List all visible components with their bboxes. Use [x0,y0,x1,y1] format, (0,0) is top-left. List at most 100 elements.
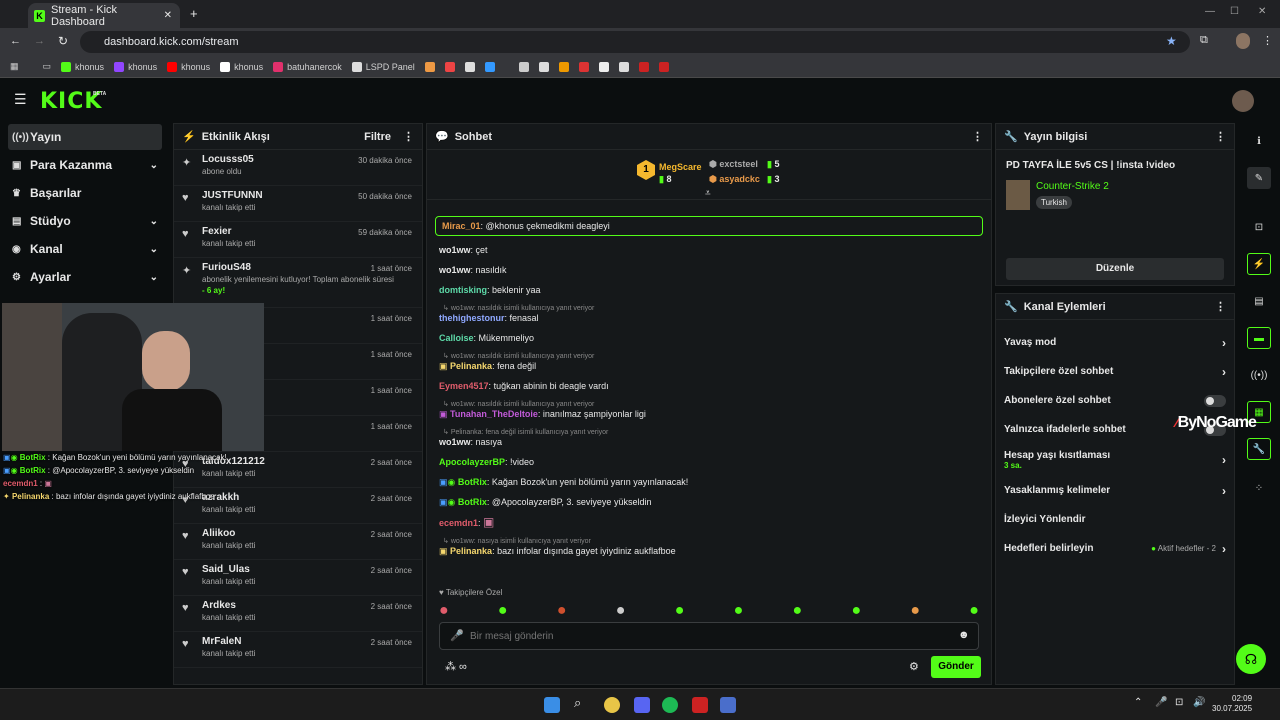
event-item[interactable]: ✦ FuriouS48 abonelik yenilemesini kutluyor… [174,258,422,308]
nav-item-ayarlar[interactable]: ⚙ Ayarlar ⌄ [8,264,162,290]
close-window-icon[interactable]: ✕ [1258,6,1266,17]
nav-item-basarilar[interactable]: ♛ Başarılar [8,180,162,206]
bits-icon[interactable]: ⁂ ∞ [445,660,467,673]
mic-icon[interactable]: 🎤 [450,629,464,642]
event-item[interactable]: ✦ Locusss05 abone oldu 30 dakika önce [174,150,422,186]
bookmark-star-icon[interactable]: ★ [1166,34,1177,48]
chat-username[interactable]: ApocolayzerBP [439,457,505,467]
chrome-icon[interactable] [604,697,620,713]
event-item[interactable]: ♥ Aliikoo kanalı takip etti 2 saat önce [174,524,422,560]
event-item[interactable]: ♥ Said_Ulas kanalı takip etti 2 saat önce [174,560,422,596]
nav-item-kanal[interactable]: ◉ Kanal ⌄ [8,236,162,262]
network-icon[interactable]: ⊡ [1175,697,1183,708]
emote-icon[interactable]: ● [675,602,685,619]
event-item[interactable]: ♥ JUSTFUNNN kanalı takip etti 50 dakika önc… [174,186,422,222]
tray-chevron-icon[interactable]: ⌃ [1134,697,1142,708]
chat-bubble-icon[interactable]: ▬ [1247,327,1271,349]
chat-username[interactable]: wo1ww [439,437,471,447]
expand-icon[interactable]: ⩡ [705,188,711,199]
info-icon[interactable]: ℹ [1247,130,1271,152]
nav-item-yayin[interactable]: ((•)) Yayın [8,124,162,150]
nav-item-studyo[interactable]: ▤ Stüdyo ⌄ [8,208,162,234]
channel-action-item[interactable]: İzleyici Yönlendir [996,505,1234,534]
chat-username[interactable]: thehighestonur [439,313,505,323]
search-icon[interactable]: ⌕ [574,695,581,711]
chat-username[interactable]: BotRix [458,477,487,487]
forward-icon[interactable]: → [34,35,45,47]
channel-action-item[interactable]: Hesap yaşı kısıtlaması 3 sa. › [996,444,1234,476]
chat-username[interactable]: wo1ww [439,265,471,275]
game-name[interactable]: Counter-Strike 2 [1036,181,1109,192]
apps-icon[interactable]: ⁘ [1247,477,1271,499]
back-icon[interactable]: ← [10,35,21,47]
chat-username[interactable]: Calloise [439,333,474,343]
event-item[interactable]: ♥ Ardkes kanalı takip etti 2 saat önce [174,596,422,632]
pencil-icon[interactable]: ✎ [1247,167,1271,189]
bookmark-item[interactable]: khonus [220,61,263,72]
bookmark-item[interactable]: batuhanercok [273,61,342,72]
leader-name[interactable]: ⬢ exctsteel [709,159,758,170]
send-button[interactable]: Gönder [931,656,981,678]
extensions-icon[interactable]: ⧉ [1200,34,1208,47]
chat-username[interactable]: Mirac_01 [442,221,481,231]
emote-icon[interactable]: ● [910,602,920,619]
chat-username[interactable]: domtisking [439,285,487,295]
obs-icon[interactable] [692,697,708,713]
more-icon[interactable]: ⋮ [972,130,983,143]
maximize-icon[interactable]: ☐ [1230,6,1239,17]
chat-username[interactable]: BotRix [458,497,487,507]
close-tab-icon[interactable]: ✕ [164,10,172,21]
chat-username[interactable]: Pelinanka [450,361,492,371]
new-tab-icon[interactable]: + [190,6,198,21]
emote-icon[interactable]: ● [616,602,626,619]
channel-action-item[interactable]: Yavaş mod › [996,328,1234,357]
more-icon[interactable]: ⋮ [1215,300,1226,313]
bookmark-item[interactable]: LSPD Panel [351,61,415,72]
folder-icon[interactable]: ▭ [43,61,52,72]
menu-icon[interactable]: ⋮ [1262,34,1273,47]
toggle-switch[interactable] [1204,394,1226,407]
chat-username[interactable]: ecemdn1 [439,518,478,528]
channel-action-item[interactable]: Takipçilere özel sohbet › [996,357,1234,386]
emote-icon[interactable]: ● [851,602,861,619]
chat-settings-icon[interactable]: ⚙ [909,660,919,673]
bookmark-item[interactable]: khonus [114,61,157,72]
leader-name[interactable]: ⬢ asyadckc [709,174,760,185]
bookmark-item[interactable]: khonus [167,61,210,72]
minimize-icon[interactable]: — [1205,6,1215,17]
chat-username[interactable]: wo1ww [439,245,471,255]
hamburger-menu-icon[interactable]: ☰ [14,91,27,108]
bookmark-item[interactable]: khonus [61,61,104,72]
nav-item-para-kazanma[interactable]: ▣ Para Kazanma ⌄ [8,152,162,178]
channel-action-item[interactable]: Abonelere özel sohbet [996,386,1234,415]
reload-icon[interactable]: ↻ [58,34,68,48]
spotify-icon[interactable] [662,697,678,713]
browser-tab[interactable]: K Stream - Kick Dashboard ✕ [28,3,180,28]
emote-icon[interactable]: ● [734,602,744,619]
volume-icon[interactable]: 🔊 [1193,697,1205,708]
support-headset-icon[interactable]: ☊ [1236,644,1266,674]
leader-name[interactable]: MegScare [659,162,702,172]
document-icon[interactable]: ▤ [1247,290,1271,312]
more-icon[interactable]: ⋮ [1215,130,1226,143]
emoji-icon[interactable]: ☻ [958,629,970,641]
wrench-icon[interactable]: 🔧 [1247,438,1271,460]
apps-icon[interactable]: ▦ [10,61,19,72]
discord-icon[interactable] [634,697,650,713]
lightning-icon[interactable]: ⚡ [1247,253,1271,275]
emote-icon[interactable]: ● [557,602,567,619]
chat-username[interactable]: Pelinanka [450,546,492,556]
more-icon[interactable]: ⋮ [403,130,414,143]
filter-button[interactable]: Filtre [364,131,391,143]
chat-input[interactable] [470,627,940,645]
clock[interactable]: 02:09 30.07.2025 [1212,694,1252,714]
emote-icon[interactable]: ● [498,602,508,619]
event-item[interactable]: ♥ MrFaleN kanalı takip etti 2 saat önce [174,632,422,668]
emote-icon[interactable]: ● [969,602,979,619]
chat-username[interactable]: Eymen4517 [439,381,489,391]
channel-action-item[interactable]: Yasaklanmış kelimeler › [996,476,1234,505]
mic-icon[interactable]: 🎤 [1155,697,1167,708]
edit-button[interactable]: Düzenle [1006,258,1224,280]
screenshot-icon[interactable]: ⊡ [1247,216,1271,238]
emote-icon[interactable]: ● [793,602,803,619]
